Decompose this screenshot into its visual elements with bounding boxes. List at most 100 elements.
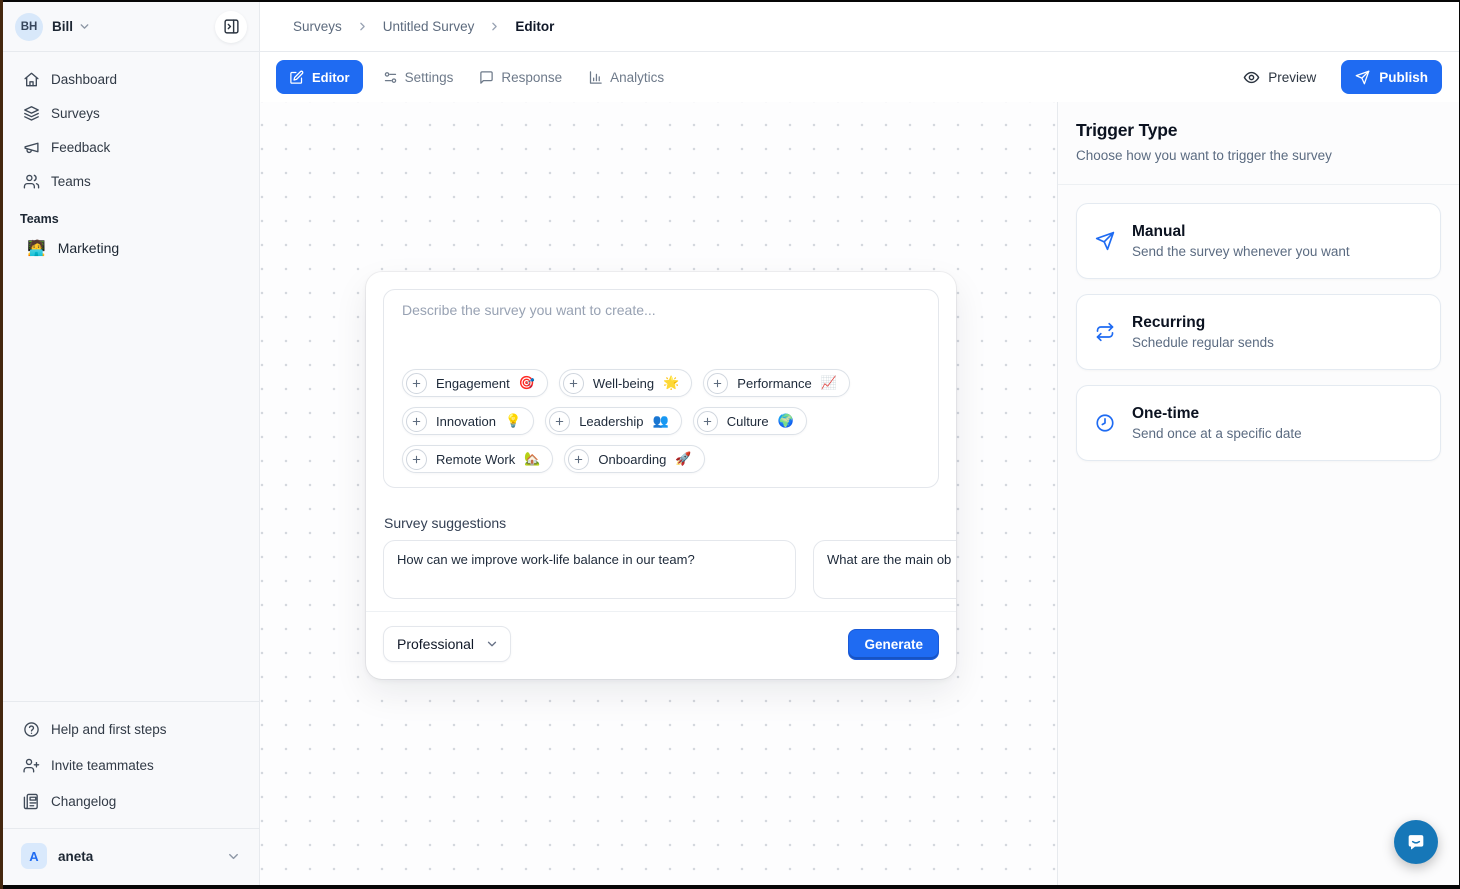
topic-chip-culture[interactable]: Culture🌍	[693, 407, 807, 435]
trigger-description: Send once at a specific date	[1132, 426, 1302, 441]
trigger-options: Manual Send the survey whenever you want…	[1058, 185, 1459, 479]
chevron-right-icon	[356, 20, 369, 33]
content-row: Engagement 🎯 Well-being 🌟 Performance 📈	[260, 102, 1459, 885]
message-square-icon	[479, 70, 494, 85]
megaphone-icon	[23, 139, 40, 156]
chip-label: Leadership	[579, 414, 643, 429]
edit-icon	[289, 70, 304, 85]
workspace-switcher[interactable]: BH Bill	[3, 2, 259, 52]
chip-label: Innovation	[436, 414, 496, 429]
breadcrumb-untitled-survey[interactable]: Untitled Survey	[383, 19, 475, 34]
plus-icon	[563, 373, 584, 394]
footer-divider	[366, 611, 956, 612]
sidebar-spacer	[3, 266, 259, 701]
survey-description-input[interactable]	[402, 302, 920, 369]
trigger-option-manual[interactable]: Manual Send the survey whenever you want	[1076, 203, 1441, 279]
publish-label: Publish	[1379, 70, 1428, 85]
preview-button[interactable]: Preview	[1243, 69, 1316, 86]
help-circle-icon	[23, 721, 40, 738]
sidebar-item-invite[interactable]: Invite teammates	[15, 747, 247, 783]
sidebar-item-surveys[interactable]: Surveys	[15, 96, 247, 130]
plus-icon	[707, 373, 728, 394]
chip-label: Performance	[737, 376, 811, 391]
panel-header: Trigger Type Choose how you want to trig…	[1058, 102, 1459, 185]
sidebar-nav: Dashboard Surveys Feedback Teams Teams 🧑…	[3, 52, 259, 266]
suggestion-card[interactable]: How can we improve work-life balance in …	[383, 540, 796, 599]
topic-chip-well-being[interactable]: Well-being 🌟	[559, 369, 692, 397]
newspaper-icon	[23, 793, 40, 810]
trigger-option-text: Manual Send the survey whenever you want	[1132, 223, 1350, 259]
sidebar-item-teams[interactable]: Teams	[15, 164, 247, 198]
generate-button[interactable]: Generate	[848, 629, 939, 660]
workspace-avatar: BH	[15, 13, 43, 41]
plus-icon	[406, 373, 427, 394]
editor-canvas[interactable]: Engagement 🎯 Well-being 🌟 Performance 📈	[260, 102, 1057, 885]
suggestion-card[interactable]: What are the main ob	[813, 540, 956, 599]
trigger-option-recurring[interactable]: Recurring Schedule regular sends	[1076, 294, 1441, 370]
sidebar-item-label: Surveys	[51, 106, 100, 121]
target-emoji-icon: 🎯	[519, 375, 535, 391]
topic-chip-performance[interactable]: Performance 📈	[703, 369, 850, 397]
tab-settings[interactable]: Settings	[377, 60, 460, 94]
survey-generator-card: Engagement 🎯 Well-being 🌟 Performance 📈	[366, 272, 956, 679]
suggestions-title: Survey suggestions	[384, 515, 938, 531]
topic-chip-remote-work[interactable]: Remote Work🏡	[402, 445, 553, 473]
trigger-option-one-time[interactable]: One-time Send once at a specific date	[1076, 385, 1441, 461]
tab-label: Settings	[405, 70, 454, 85]
sidebar-item-dashboard[interactable]: Dashboard	[15, 62, 247, 96]
sidebar-item-label: Teams	[51, 174, 91, 189]
tone-select[interactable]: Professional	[383, 626, 511, 662]
tab-response[interactable]: Response	[473, 60, 568, 94]
tab-label: Editor	[312, 70, 350, 85]
tab-analytics[interactable]: Analytics	[582, 60, 670, 94]
eye-icon	[1243, 69, 1260, 86]
users-icon	[23, 173, 40, 190]
topic-chip-leadership[interactable]: Leadership👥	[545, 407, 682, 435]
sidebar: BH Bill Dashboard Surveys Feedback	[3, 2, 260, 885]
chat-launcher-button[interactable]	[1394, 820, 1438, 864]
sidebar-item-changelog[interactable]: Changelog	[15, 783, 247, 819]
trigger-title: Manual	[1132, 223, 1350, 241]
chevron-right-icon	[488, 20, 501, 33]
tab-label: Response	[501, 70, 562, 85]
breadcrumb: Surveys Untitled Survey Editor	[260, 2, 1459, 52]
editor-toolbar: Editor Settings Response Analytics Previ…	[260, 52, 1459, 102]
generator-footer: Professional Generate	[383, 626, 939, 662]
trigger-description: Schedule regular sends	[1132, 335, 1274, 350]
topic-chip-onboarding[interactable]: Onboarding🚀	[564, 445, 704, 473]
chevron-down-icon	[485, 637, 499, 651]
chip-label: Well-being	[593, 376, 654, 391]
sidebar-item-label: Help and first steps	[51, 722, 167, 737]
tab-editor[interactable]: Editor	[276, 60, 363, 94]
screenshot-frame: BH Bill Dashboard Surveys Feedback	[0, 0, 1460, 889]
home-icon	[23, 71, 40, 88]
breadcrumb-editor: Editor	[515, 19, 554, 34]
panel-subtitle: Choose how you want to trigger the surve…	[1076, 148, 1441, 163]
breadcrumb-surveys[interactable]: Surveys	[293, 19, 342, 34]
sidebar-item-feedback[interactable]: Feedback	[15, 130, 247, 164]
chip-label: Remote Work	[436, 452, 515, 467]
sidebar-item-marketing[interactable]: 🧑‍💻 Marketing	[15, 230, 247, 266]
sidebar-collapse-button[interactable]	[215, 11, 247, 43]
account-menu[interactable]: A aneta	[15, 837, 247, 875]
panel-right-icon	[223, 18, 240, 35]
layers-icon	[23, 105, 40, 122]
trigger-option-text: One-time Send once at a specific date	[1132, 405, 1302, 441]
topic-chip-innovation[interactable]: Innovation💡	[402, 407, 534, 435]
sidebar-item-help[interactable]: Help and first steps	[15, 711, 247, 747]
topic-chip-engagement[interactable]: Engagement 🎯	[402, 369, 548, 397]
chart-emoji-icon: 📈	[821, 375, 837, 391]
chip-label: Culture	[727, 414, 769, 429]
chip-label: Onboarding	[598, 452, 666, 467]
account-avatar: A	[21, 843, 47, 869]
star-emoji-icon: 🌟	[663, 375, 679, 391]
main-area: Surveys Untitled Survey Editor Editor Se…	[260, 2, 1459, 885]
publish-button[interactable]: Publish	[1341, 60, 1442, 94]
chip-label: Engagement	[436, 376, 510, 391]
sidebar-item-label: Feedback	[51, 140, 110, 155]
plus-icon	[406, 411, 427, 432]
user-plus-icon	[23, 757, 40, 774]
team-name: Marketing	[58, 240, 119, 256]
sliders-icon	[383, 70, 398, 85]
send-icon	[1095, 231, 1115, 251]
